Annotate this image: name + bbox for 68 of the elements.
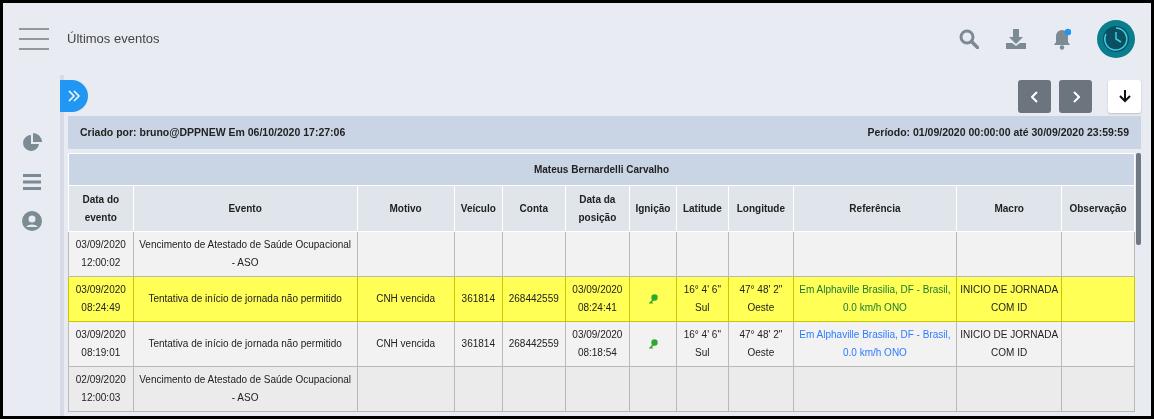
table-cell: 03/09/2020 08:24:41: [565, 276, 630, 322]
chevron-right-icon: [1071, 90, 1080, 103]
next-button[interactable]: [1059, 80, 1092, 113]
column-header: Latitude: [676, 185, 729, 232]
user-icon[interactable]: [21, 211, 42, 231]
table-cell: [454, 366, 503, 412]
table-cell: 03/09/2020 08:24:49: [68, 276, 134, 322]
avatar-icon[interactable]: [1097, 20, 1135, 58]
download-button[interactable]: [1108, 80, 1141, 113]
column-header: Veículo: [454, 185, 503, 232]
list-icon[interactable]: [22, 173, 41, 191]
pie-chart-icon[interactable]: [21, 133, 42, 153]
table-cell: 268442559: [502, 321, 566, 367]
table-cell: Tentativa de início de jornada não permitido: [133, 321, 358, 367]
table-cell: [676, 231, 729, 277]
table-cell: [728, 366, 794, 412]
expand-button[interactable]: [60, 80, 88, 112]
table-cell: [565, 231, 630, 277]
table-cell: Tentativa de início de jornada não permitido: [133, 276, 358, 322]
table-cell: 16° 4' 6" Sul: [676, 276, 729, 322]
table-cell: 03/09/2020 08:19:01: [68, 321, 134, 367]
bell-icon[interactable]: [1053, 28, 1071, 50]
search-icon[interactable]: [959, 29, 979, 49]
table-cell: 16° 4' 6" Sul: [676, 321, 729, 367]
created-by-text: Criado por: bruno@DPPNEW Em 06/10/2020 17:27:06: [80, 124, 346, 140]
table-cell: 02/09/2020 12:00:03: [68, 366, 134, 412]
group-header: Mateus Bernardelli Carvalho: [68, 153, 1135, 186]
column-header: Macro: [956, 185, 1062, 232]
chevron-left-icon: [1030, 90, 1039, 103]
column-header: Ignição: [629, 185, 677, 232]
table-cell: [728, 231, 794, 277]
table-cell: 361814: [454, 321, 503, 367]
table-cell: 47° 48' 2" Oeste: [728, 321, 794, 367]
column-header: Observação: [1061, 185, 1135, 232]
table-cell: 03/09/2020 08:18:54: [565, 321, 630, 367]
table-cell: [502, 366, 566, 412]
table-cell: CNH vencida: [357, 321, 455, 367]
table-cell: Vencimento de Atestado de Saúde Ocupacional - ASO: [133, 366, 358, 412]
table-cell: 268442559: [502, 276, 566, 322]
column-header: Referência: [793, 185, 957, 232]
table-cell: Vencimento de Atestado de Saúde Ocupacional - ASO: [133, 231, 358, 277]
table-cell: [565, 366, 630, 412]
scrollbar-thumb[interactable]: [1136, 153, 1141, 245]
table-cell: [629, 231, 677, 277]
table-cell: 361814: [454, 276, 503, 322]
previous-button[interactable]: [1018, 80, 1051, 113]
table-cell: INICIO DE JORNADA COM ID: [956, 321, 1062, 367]
table-cell: 47° 48' 2" Oeste: [728, 276, 794, 322]
table-cell: [502, 231, 566, 277]
period-text: Período: 01/09/2020 00:00:00 até 30/09/2020 23:59:59: [867, 124, 1129, 140]
column-header: Data do evento: [68, 185, 134, 232]
arrow-down-icon: [1118, 90, 1131, 103]
table-cell: CNH vencida: [357, 276, 455, 322]
column-header: Longitude: [728, 185, 794, 232]
column-header: Data da posição: [565, 185, 630, 232]
column-header: Evento: [133, 185, 358, 232]
column-header: Conta: [502, 185, 566, 232]
table-cell: 03/09/2020 12:00:02: [68, 231, 134, 277]
menu-icon[interactable]: [19, 28, 49, 50]
download-icon[interactable]: [1005, 28, 1027, 50]
page-title: Últimos eventos: [67, 30, 160, 49]
column-header: Motivo: [357, 185, 455, 232]
table-cell: Em Alphaville Brasilia, DF - Brasil, 0.0 km/h ONO: [793, 276, 957, 322]
double-chevron-icon: [68, 90, 80, 102]
table-cell: [676, 366, 729, 412]
table-cell: Em Alphaville Brasilia, DF - Brasil, 0.0 km/h ONO: [793, 321, 957, 367]
table-cell: INICIO DE JORNADA COM ID: [956, 276, 1062, 322]
table-cell: [454, 231, 503, 277]
